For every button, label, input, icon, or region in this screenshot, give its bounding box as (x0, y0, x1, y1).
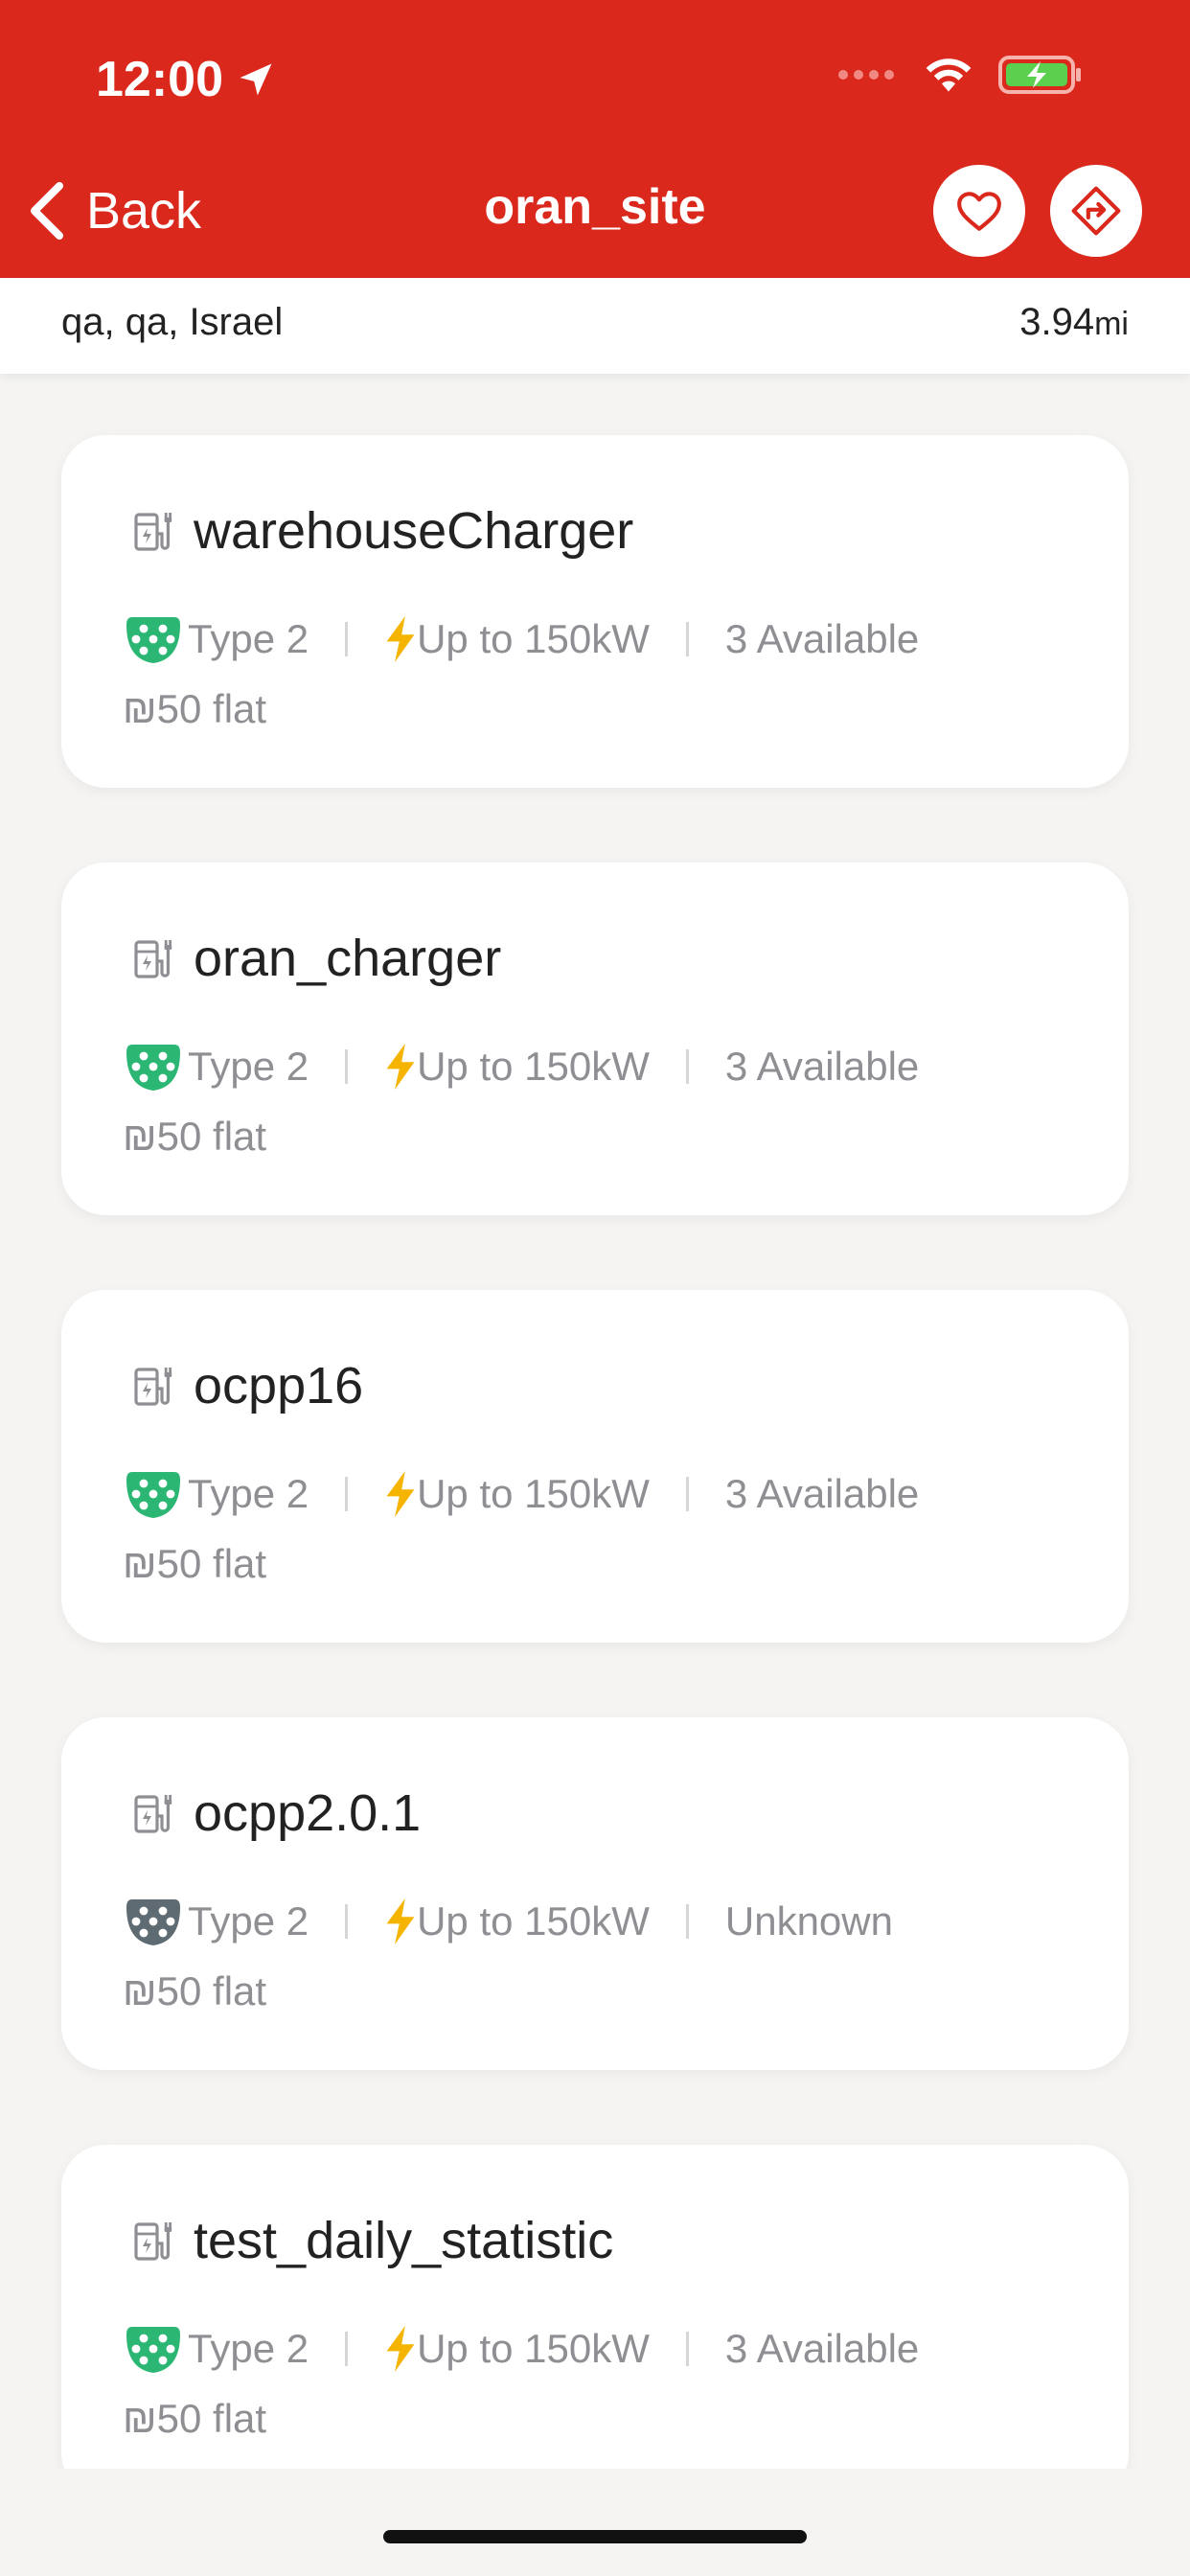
bolt-icon (386, 1471, 415, 1517)
charger-list[interactable]: warehouseCharger Type 2 Up to 150kW 3 Av… (0, 374, 1190, 2469)
divider (345, 1477, 349, 1511)
charger-card[interactable]: oran_charger Type 2 Up to 150kW 3 Availa… (61, 862, 1129, 1215)
charger-price: ₪50 flat (123, 686, 267, 731)
charger-name: oran_charger (194, 930, 502, 987)
divider (345, 1904, 349, 1939)
charger-specs: Type 2 Up to 150kW 3 Available (123, 2315, 919, 2382)
charging-station-icon (134, 513, 172, 551)
charging-station-icon (134, 1368, 172, 1406)
charger-price: ₪50 flat (123, 1968, 267, 2013)
availability-status: 3 Available (724, 1471, 920, 1516)
charging-station-icon (134, 2222, 172, 2261)
charger-title: ocpp16 (130, 1347, 363, 1424)
divider (685, 1477, 689, 1511)
location-arrow-icon (240, 63, 272, 96)
type2-connector-icon (126, 1899, 180, 1945)
connector-type: Type 2 (188, 616, 309, 661)
charger-name: test_daily_statistic (194, 2212, 614, 2269)
status-bar-time: 12:00 (96, 46, 277, 113)
charger-price: ₪50 flat (123, 1541, 267, 1586)
charger-card[interactable]: ocpp16 Type 2 Up to 150kW 3 Available ₪5 (61, 1290, 1129, 1643)
charger-name: warehouseCharger (194, 502, 634, 560)
divider (345, 1049, 349, 1084)
charger-name: ocpp2.0.1 (194, 1784, 422, 1842)
directions-button[interactable] (1050, 165, 1142, 257)
charger-card[interactable]: warehouseCharger Type 2 Up to 150kW 3 Av… (61, 435, 1129, 788)
site-info-bar: qa, qa, Israel 3.94mi (0, 278, 1190, 374)
availability-status: Unknown (724, 1898, 893, 1944)
divider (685, 1049, 689, 1084)
distance-value: 3.94 (1019, 301, 1095, 343)
app-header: 12:00 Back oran_site (0, 0, 1190, 278)
charger-card[interactable]: test_daily_statistic Type 2 Up to 150kW … (61, 2145, 1129, 2469)
charger-card[interactable]: ocpp2.0.1 Type 2 Up to 150kW Unknown ₪50 (61, 1717, 1129, 2070)
power-rating: Up to 150kW (417, 616, 650, 661)
status-time-text: 12:00 (96, 52, 223, 107)
divider (685, 2332, 689, 2366)
bolt-icon (386, 1044, 415, 1090)
divider (345, 2332, 349, 2366)
bolt-icon (386, 2326, 415, 2372)
status-bar-right (835, 54, 1083, 96)
type2-connector-icon (126, 2327, 180, 2373)
site-address: qa, qa, Israel (61, 301, 284, 343)
connector-type: Type 2 (188, 2326, 309, 2371)
battery-charging-icon (998, 56, 1081, 94)
directions-icon (1071, 186, 1121, 236)
power-rating: Up to 150kW (417, 1471, 650, 1516)
favorite-button[interactable] (933, 165, 1025, 257)
charger-specs: Type 2 Up to 150kW 3 Available (123, 606, 919, 673)
charger-price: ₪50 flat (123, 1114, 267, 1159)
charger-specs: Type 2 Up to 150kW 3 Available (123, 1033, 919, 1100)
connector-type: Type 2 (188, 1471, 309, 1516)
power-rating: Up to 150kW (417, 1898, 650, 1944)
connector-type: Type 2 (188, 1898, 309, 1944)
signal-icon (838, 70, 894, 80)
charger-name: ocpp16 (194, 1357, 364, 1414)
availability-status: 3 Available (724, 616, 920, 661)
divider (685, 622, 689, 656)
type2-connector-icon (126, 617, 180, 663)
bolt-icon (386, 1898, 415, 1944)
charger-title: warehouseCharger (130, 493, 633, 569)
connector-type: Type 2 (188, 1044, 309, 1089)
wifi-icon (926, 58, 972, 92)
power-rating: Up to 150kW (417, 1044, 650, 1089)
charging-station-icon (134, 1795, 172, 1833)
charger-specs: Type 2 Up to 150kW Unknown (123, 1888, 893, 1955)
type2-connector-icon (126, 1045, 180, 1091)
charger-title: oran_charger (130, 920, 501, 997)
charging-station-icon (134, 940, 172, 978)
home-indicator (383, 2530, 807, 2543)
availability-status: 3 Available (724, 2326, 920, 2371)
distance-unit: mi (1094, 306, 1129, 342)
divider (685, 1904, 689, 1939)
divider (345, 622, 349, 656)
site-distance: 3.94mi (1019, 301, 1129, 344)
charger-price: ₪50 flat (123, 2396, 267, 2441)
charger-specs: Type 2 Up to 150kW 3 Available (123, 1460, 919, 1528)
availability-status: 3 Available (724, 1044, 920, 1089)
heart-icon (957, 192, 1001, 231)
type2-connector-icon (126, 1472, 180, 1518)
bolt-icon (386, 616, 415, 662)
charger-title: test_daily_statistic (130, 2202, 613, 2279)
charger-title: ocpp2.0.1 (130, 1775, 421, 1852)
power-rating: Up to 150kW (417, 2326, 650, 2371)
